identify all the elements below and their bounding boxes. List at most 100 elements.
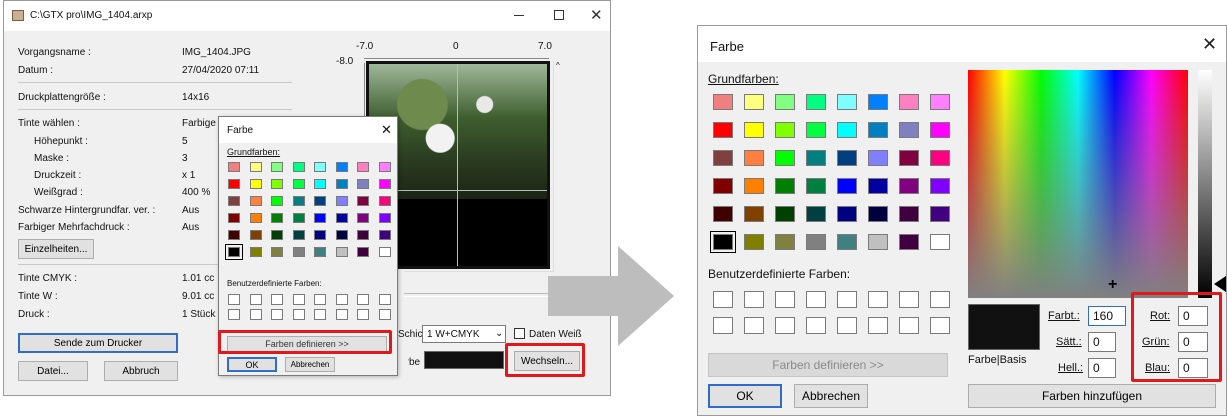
luminance-slider[interactable] <box>1198 70 1212 298</box>
basic-color-swatch[interactable] <box>744 206 764 222</box>
custom-color-swatch[interactable] <box>357 294 369 305</box>
basic-color-swatch[interactable] <box>899 122 919 138</box>
custom-color-swatch[interactable] <box>314 294 326 305</box>
basic-color-swatch[interactable] <box>775 122 795 138</box>
basic-color-swatch[interactable] <box>378 179 391 189</box>
custom-color-swatch[interactable] <box>806 317 826 334</box>
basic-color-swatch[interactable] <box>335 213 348 223</box>
basic-color-swatch[interactable] <box>292 196 305 206</box>
preview-scrollbar-h[interactable] <box>404 271 554 281</box>
basic-color-swatch[interactable] <box>314 213 326 223</box>
basic-color-swatch[interactable] <box>868 94 888 110</box>
basic-color-swatch[interactable] <box>930 122 950 138</box>
large-define-colors-button[interactable]: Farben definieren >> <box>708 353 948 377</box>
close-icon[interactable]: ✕ <box>381 122 392 138</box>
color-spectrum[interactable]: + <box>968 70 1188 298</box>
white-data-checkbox[interactable] <box>514 328 525 339</box>
basic-color-swatch[interactable] <box>335 247 348 257</box>
basic-color-swatch[interactable] <box>930 94 950 110</box>
green-input[interactable]: 0 <box>1178 332 1208 352</box>
basic-color-swatch[interactable] <box>775 206 795 222</box>
basic-color-swatch[interactable] <box>357 162 369 172</box>
close-icon[interactable]: ✕ <box>590 6 603 24</box>
custom-color-swatch[interactable] <box>868 317 888 334</box>
basic-color-swatch[interactable] <box>713 206 733 222</box>
basic-color-swatch[interactable] <box>314 230 326 240</box>
scroll-up-icon[interactable]: ^ <box>556 61 560 70</box>
basic-color-swatch[interactable] <box>228 213 240 223</box>
basic-color-swatch[interactable] <box>899 234 919 250</box>
basic-color-swatch[interactable] <box>228 179 240 189</box>
basic-color-swatch[interactable] <box>713 178 733 194</box>
basic-color-swatch[interactable] <box>314 196 326 206</box>
basic-color-swatch[interactable] <box>899 178 919 194</box>
basic-color-swatch[interactable] <box>837 94 857 110</box>
hue-input[interactable]: 160 <box>1088 306 1126 326</box>
basic-color-swatch[interactable] <box>775 150 795 166</box>
custom-color-swatch[interactable] <box>837 317 857 334</box>
basic-color-swatch[interactable] <box>357 247 369 257</box>
large-cancel-button[interactable]: Abbrechen <box>794 384 868 408</box>
basic-color-swatch[interactable] <box>899 94 919 110</box>
basic-color-swatch[interactable] <box>271 196 283 206</box>
maximize-icon[interactable] <box>554 10 564 20</box>
custom-color-swatch[interactable] <box>899 291 919 308</box>
basic-color-swatch[interactable] <box>775 178 795 194</box>
basic-color-swatch[interactable] <box>868 234 888 250</box>
basic-color-swatch[interactable] <box>837 206 857 222</box>
custom-color-swatch[interactable] <box>378 309 391 320</box>
basic-color-swatch[interactable] <box>710 231 736 253</box>
change-button[interactable]: Wechseln... <box>514 351 580 371</box>
small-cancel-button[interactable]: Abbrechen <box>285 357 335 372</box>
basic-color-swatch[interactable] <box>335 162 348 172</box>
layer-select[interactable]: 1 W+CMYK ⌄ <box>422 325 506 343</box>
basic-color-swatch[interactable] <box>775 94 795 110</box>
basic-color-swatch[interactable] <box>837 150 857 166</box>
blue-input[interactable]: 0 <box>1178 358 1208 378</box>
luminance-input[interactable]: 0 <box>1088 358 1116 378</box>
basic-color-swatch[interactable] <box>837 122 857 138</box>
basic-color-swatch[interactable] <box>868 150 888 166</box>
basic-color-swatch[interactable] <box>378 196 391 206</box>
basic-color-swatch[interactable] <box>899 206 919 222</box>
basic-color-swatch[interactable] <box>378 247 391 257</box>
basic-color-swatch[interactable] <box>228 196 240 206</box>
custom-color-swatch[interactable] <box>335 294 348 305</box>
saturation-input[interactable]: 0 <box>1088 332 1116 352</box>
basic-color-swatch[interactable] <box>292 230 305 240</box>
basic-color-swatch[interactable] <box>744 94 764 110</box>
basic-color-swatch[interactable] <box>335 230 348 240</box>
basic-color-swatch[interactable] <box>806 206 826 222</box>
basic-color-swatch[interactable] <box>744 150 764 166</box>
basic-color-swatch[interactable] <box>868 122 888 138</box>
basic-color-swatch[interactable] <box>378 230 391 240</box>
custom-color-swatch[interactable] <box>775 291 795 308</box>
custom-color-swatch[interactable] <box>271 294 283 305</box>
custom-color-swatch[interactable] <box>899 317 919 334</box>
basic-color-swatch[interactable] <box>249 213 262 223</box>
basic-color-swatch[interactable] <box>228 162 240 172</box>
basic-color-swatch[interactable] <box>806 122 826 138</box>
basic-color-swatch[interactable] <box>930 206 950 222</box>
basic-color-swatch[interactable] <box>249 230 262 240</box>
large-ok-button[interactable]: OK <box>708 384 782 408</box>
basic-color-swatch[interactable] <box>837 234 857 250</box>
basic-color-swatch[interactable] <box>357 196 369 206</box>
custom-color-swatch[interactable] <box>249 294 262 305</box>
basic-color-swatch[interactable] <box>744 178 764 194</box>
basic-color-swatch[interactable] <box>868 178 888 194</box>
basic-color-swatch[interactable] <box>357 213 369 223</box>
basic-color-swatch[interactable] <box>228 230 240 240</box>
basic-color-swatch[interactable] <box>314 247 326 257</box>
add-colors-button[interactable]: Farben hinzufügen <box>968 384 1216 408</box>
basic-color-swatch[interactable] <box>271 179 283 189</box>
basic-color-swatch[interactable] <box>249 247 262 257</box>
basic-color-swatch[interactable] <box>357 179 369 189</box>
custom-color-swatch[interactable] <box>292 309 305 320</box>
custom-color-swatch[interactable] <box>713 317 733 334</box>
custom-color-swatch[interactable] <box>249 309 262 320</box>
basic-color-swatch[interactable] <box>292 213 305 223</box>
close-icon[interactable]: ✕ <box>1202 34 1217 55</box>
basic-color-swatch[interactable] <box>292 179 305 189</box>
basic-color-swatch[interactable] <box>314 162 326 172</box>
